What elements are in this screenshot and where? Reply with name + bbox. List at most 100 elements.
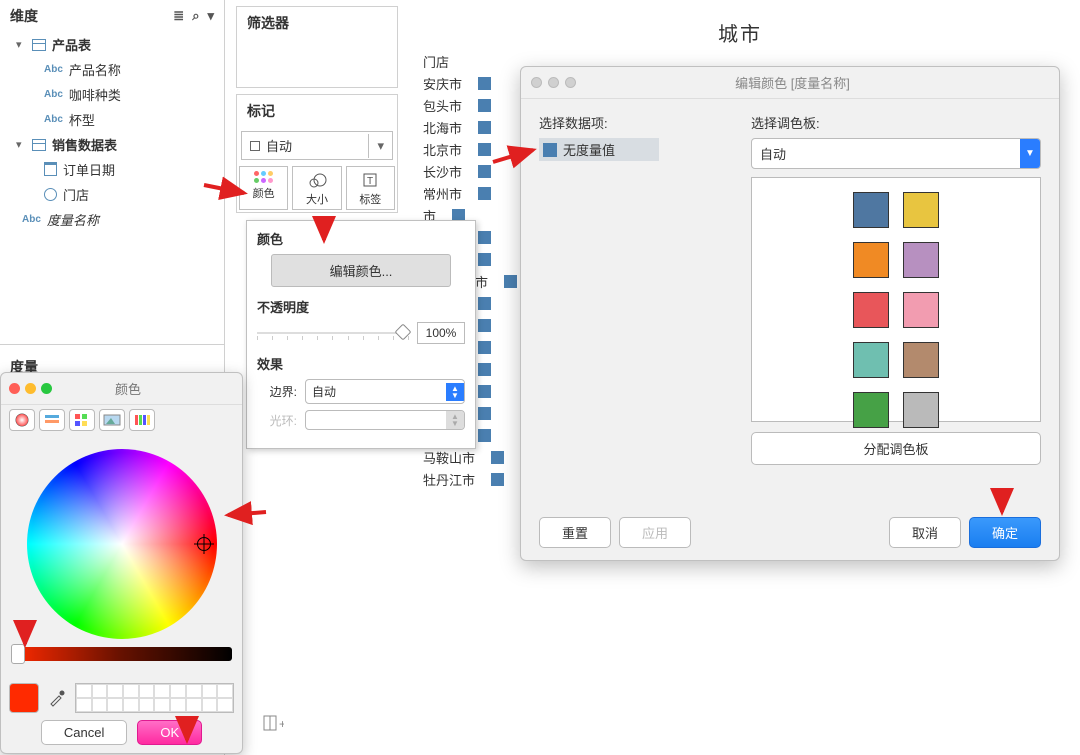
swatch-cell[interactable] bbox=[170, 698, 186, 712]
filters-panel: 筛选器 bbox=[236, 6, 398, 88]
reset-button[interactable]: 重置 bbox=[539, 517, 611, 548]
dialog-titlebar[interactable]: 编辑颜色 [度量名称] bbox=[521, 67, 1059, 99]
dropdown-icon[interactable]: ▾ bbox=[207, 8, 214, 24]
palette-color[interactable] bbox=[853, 192, 889, 228]
table-icon bbox=[32, 39, 46, 51]
color-popover: 颜色 编辑颜色... 不透明度 100% 效果 边界: 自动▲▼ 光环: ▲▼ bbox=[246, 220, 476, 449]
border-select[interactable]: 自动▲▼ bbox=[305, 379, 465, 404]
city-color-swatch bbox=[491, 473, 504, 486]
swatch-cell[interactable] bbox=[107, 698, 123, 712]
opacity-slider[interactable] bbox=[257, 326, 409, 340]
swatch-cell[interactable] bbox=[154, 684, 170, 698]
city-color-swatch bbox=[478, 187, 491, 200]
palette-color[interactable] bbox=[903, 292, 939, 328]
swatch-cell[interactable] bbox=[170, 684, 186, 698]
swatch-grid[interactable] bbox=[75, 683, 234, 713]
swatch-cell[interactable] bbox=[202, 684, 218, 698]
city-color-swatch bbox=[478, 429, 491, 442]
edit-colors-dialog: 编辑颜色 [度量名称] 选择数据项: 无度量值 选择调色板: 自动 ▼ 分配调色… bbox=[520, 66, 1060, 561]
palette-color[interactable] bbox=[903, 342, 939, 378]
edit-colors-button[interactable]: 编辑颜色... bbox=[271, 254, 451, 287]
current-color-swatch[interactable] bbox=[9, 683, 39, 713]
dialog-title: 编辑颜色 [度量名称] bbox=[576, 73, 1049, 92]
field-store[interactable]: 门店 bbox=[0, 182, 224, 207]
picker-ok-button[interactable]: OK bbox=[137, 720, 202, 745]
palette-color[interactable] bbox=[853, 342, 889, 378]
color-wheel[interactable] bbox=[27, 449, 217, 639]
slider-thumb[interactable] bbox=[11, 644, 25, 664]
halo-label: 光环: bbox=[257, 412, 297, 429]
collapse-icon[interactable]: ▾ bbox=[16, 138, 26, 151]
assign-palette-button[interactable]: 分配调色板 bbox=[751, 432, 1041, 465]
swatch-cell[interactable] bbox=[76, 698, 92, 712]
traffic-lights[interactable] bbox=[531, 77, 576, 88]
city-color-swatch bbox=[478, 363, 491, 376]
eyedropper-icon[interactable] bbox=[47, 688, 67, 708]
table-sales[interactable]: ▾ 销售数据表 bbox=[0, 132, 224, 157]
color-swatch-icon bbox=[543, 143, 557, 157]
picker-titlebar[interactable]: 颜色 bbox=[1, 373, 242, 405]
palette-color[interactable] bbox=[853, 392, 889, 428]
swatch-cell[interactable] bbox=[217, 698, 233, 712]
palette-tab[interactable] bbox=[69, 409, 95, 431]
swatch-cell[interactable] bbox=[154, 698, 170, 712]
swatch-cell[interactable] bbox=[202, 698, 218, 712]
swatch-cell[interactable] bbox=[76, 684, 92, 698]
wheel-tab[interactable] bbox=[9, 409, 35, 431]
swatch-cell[interactable] bbox=[123, 684, 139, 698]
label-icon: T bbox=[360, 171, 380, 189]
swatch-cell[interactable] bbox=[139, 684, 155, 698]
swatch-cell[interactable] bbox=[186, 698, 202, 712]
palette-color[interactable] bbox=[903, 242, 939, 278]
palette-color[interactable] bbox=[853, 242, 889, 278]
opacity-value-input[interactable]: 100% bbox=[417, 322, 465, 344]
crayon-tab[interactable] bbox=[129, 409, 155, 431]
traffic-lights[interactable] bbox=[9, 383, 52, 394]
swatch-cell[interactable] bbox=[92, 698, 108, 712]
palette-color[interactable] bbox=[903, 192, 939, 228]
table-icon bbox=[32, 139, 46, 151]
wheel-cursor-icon[interactable] bbox=[197, 537, 211, 551]
sliders-tab[interactable] bbox=[39, 409, 65, 431]
collapse-icon[interactable]: ▾ bbox=[16, 38, 26, 51]
city-row: 马鞍山市 bbox=[423, 446, 517, 468]
palette-color[interactable] bbox=[853, 292, 889, 328]
new-sheet-icon[interactable]: + bbox=[262, 712, 284, 735]
swatch-cell[interactable] bbox=[92, 684, 108, 698]
field-measure-names[interactable]: Abc度量名称 bbox=[0, 207, 224, 232]
field-product-name[interactable]: Abc产品名称 bbox=[0, 57, 224, 82]
search-icon[interactable]: ⌕ bbox=[192, 8, 199, 24]
swatch-cell[interactable] bbox=[139, 698, 155, 712]
table-label: 产品表 bbox=[52, 35, 91, 54]
popover-effects-title: 效果 bbox=[257, 354, 465, 373]
abc-icon: Abc bbox=[44, 64, 63, 75]
swatch-cell[interactable] bbox=[107, 684, 123, 698]
macos-color-picker: 颜色 Cancel OK bbox=[0, 372, 243, 754]
date-icon bbox=[44, 164, 57, 176]
palette-color[interactable] bbox=[903, 392, 939, 428]
data-item-no-measure[interactable]: 无度量值 bbox=[539, 138, 659, 161]
list-icon[interactable]: ≣ bbox=[173, 8, 184, 24]
city-row: 牡丹江市 bbox=[423, 468, 517, 490]
swatch-cell[interactable] bbox=[217, 684, 233, 698]
swatch-cell[interactable] bbox=[123, 698, 139, 712]
mark-label-button[interactable]: T 标签 bbox=[346, 166, 395, 210]
image-tab[interactable] bbox=[99, 409, 125, 431]
chevron-down-icon[interactable]: ▾ bbox=[368, 134, 392, 158]
field-coffee-type[interactable]: Abc咖啡种类 bbox=[0, 82, 224, 107]
swatch-cell[interactable] bbox=[186, 684, 202, 698]
mark-size-button[interactable]: 大小 bbox=[292, 166, 341, 210]
field-cup-type[interactable]: Abc杯型 bbox=[0, 107, 224, 132]
palette-dropdown[interactable]: 自动 ▼ bbox=[751, 138, 1041, 169]
field-order-date[interactable]: 订单日期 bbox=[0, 157, 224, 182]
brightness-slider[interactable] bbox=[11, 647, 232, 661]
city-color-swatch bbox=[478, 231, 491, 244]
mark-color-button[interactable]: 颜色 bbox=[239, 166, 288, 210]
ok-button[interactable]: 确定 bbox=[969, 517, 1041, 548]
city-color-swatch bbox=[478, 143, 491, 156]
cancel-button[interactable]: 取消 bbox=[889, 517, 961, 548]
picker-cancel-button[interactable]: Cancel bbox=[41, 720, 127, 745]
city-row: 长沙市 bbox=[423, 160, 517, 182]
mark-type-dropdown[interactable]: 自动 ▾ bbox=[241, 131, 393, 160]
table-product[interactable]: ▾ 产品表 bbox=[0, 32, 224, 57]
